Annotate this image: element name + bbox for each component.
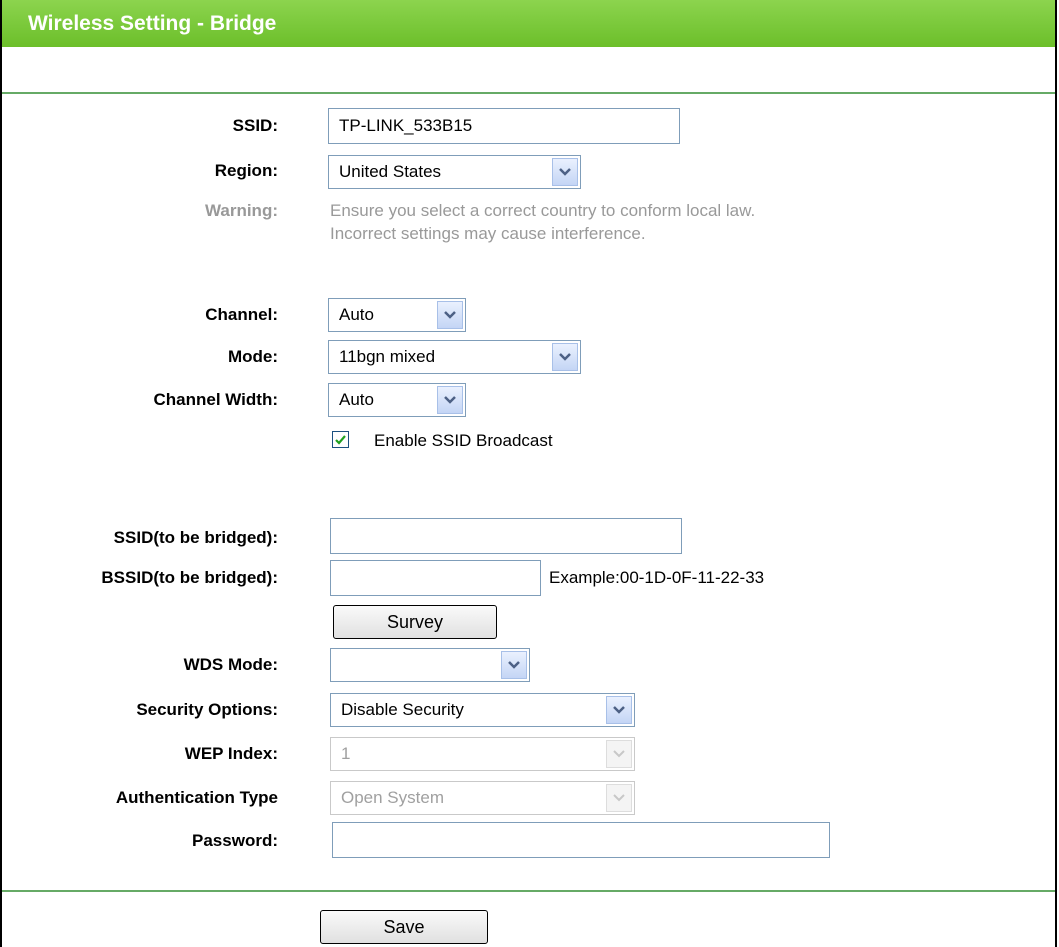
ssid-broadcast-label: Enable SSID Broadcast <box>374 431 553 450</box>
wep-index-select: 1 <box>330 737 635 771</box>
chevron-down-icon[interactable] <box>501 651 527 679</box>
chevron-down-icon[interactable] <box>437 386 463 414</box>
channel-value: Auto <box>339 305 374 324</box>
wds-mode-select[interactable] <box>330 648 530 682</box>
bssid-bridged-input[interactable] <box>330 560 541 596</box>
ssid-label: SSID: <box>232 116 278 135</box>
ssid-input[interactable] <box>328 108 680 144</box>
divider-bottom <box>2 890 1055 892</box>
mode-label: Mode: <box>227 347 278 366</box>
survey-button[interactable]: Survey <box>333 605 497 639</box>
warning-text-line2: Incorrect settings may cause interferenc… <box>330 224 646 243</box>
region-label: Region: <box>214 161 278 180</box>
wep-index-label: WEP Index: <box>184 744 278 763</box>
auth-type-value: Open System <box>341 788 444 807</box>
region-value: United States <box>339 162 442 181</box>
password-label: Password: <box>192 831 278 850</box>
ssid-bridged-input[interactable] <box>330 518 682 554</box>
chevron-down-icon <box>606 784 632 812</box>
ssid-bridged-label: SSID(to be bridged): <box>113 528 278 547</box>
chevron-down-icon[interactable] <box>437 301 463 329</box>
wds-mode-label: WDS Mode: <box>183 655 278 674</box>
password-input[interactable] <box>332 822 830 858</box>
security-options-value: Disable Security <box>341 700 464 719</box>
save-button[interactable]: Save <box>320 910 488 944</box>
auth-type-select: Open System <box>330 781 635 815</box>
mode-select[interactable]: 11bgn mixed <box>328 340 581 374</box>
channel-label: Channel: <box>205 305 278 324</box>
region-select[interactable]: United States <box>328 155 581 189</box>
chevron-down-icon <box>606 740 632 768</box>
channel-width-select[interactable]: Auto <box>328 383 466 417</box>
security-options-select[interactable]: Disable Security <box>330 693 635 727</box>
checkmark-icon <box>335 434 346 445</box>
divider-top <box>2 92 1055 94</box>
channel-width-label: Channel Width: <box>153 390 279 409</box>
wep-index-value: 1 <box>341 744 351 763</box>
bssid-example-text: Example:00-1D-0F-11-22-33 <box>549 568 765 587</box>
security-options-label: Security Options: <box>136 700 278 719</box>
channel-width-value: Auto <box>339 390 374 409</box>
chevron-down-icon[interactable] <box>552 158 578 186</box>
chevron-down-icon[interactable] <box>552 343 578 371</box>
channel-select[interactable]: Auto <box>328 298 466 332</box>
ssid-broadcast-checkbox[interactable] <box>332 431 349 448</box>
chevron-down-icon[interactable] <box>606 696 632 724</box>
bssid-bridged-label: BSSID(to be bridged): <box>101 568 278 587</box>
page-title: Wireless Setting - Bridge <box>2 0 1055 47</box>
warning-text-line1: Ensure you select a correct country to c… <box>330 201 756 220</box>
mode-value: 11bgn mixed <box>339 347 436 366</box>
warning-label: Warning: <box>204 201 278 220</box>
auth-type-label: Authentication Type <box>115 788 278 807</box>
